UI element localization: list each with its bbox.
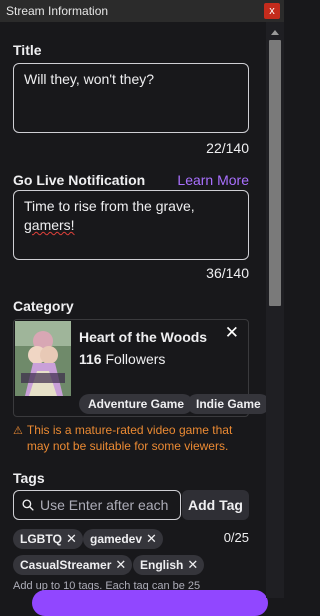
tag-chip-lgbtq[interactable]: LGBTQ ✕ [13,529,83,549]
mature-warning: ⚠ This is a mature-rated video game that… [13,422,249,454]
followers-count: 116 [79,351,102,367]
notification-value-line1: Time to rise from the grave, [24,198,195,214]
tag-chip-gamedev[interactable]: gamedev ✕ [83,529,163,549]
remove-category-button[interactable]: ✕ [225,323,239,343]
notification-input[interactable]: Time to rise from the grave, gamers! [13,190,249,260]
learn-more-link[interactable]: Learn More [177,172,249,188]
tag-chip-label: English [140,558,184,572]
done-button[interactable] [32,590,268,616]
remove-tag-icon[interactable]: ✕ [146,532,157,545]
tag-chip-label: LGBTQ [20,532,62,546]
tags-label: Tags [13,470,45,486]
tag-input[interactable] [40,497,180,513]
followers-text: 116 Followers [79,351,165,367]
remove-tag-icon[interactable]: ✕ [115,558,126,571]
notification-value-line2: gamers! [24,217,75,233]
notification-counter: 36/140 [206,265,249,281]
notification-label: Go Live Notification [13,172,146,188]
remove-tag-icon[interactable]: ✕ [187,558,198,571]
mature-warning-text: This is a mature-rated video game that m… [26,423,233,453]
category-tag-indie[interactable]: Indie Game [187,394,266,414]
warning-triangle-icon: ⚠ [13,425,23,437]
title-value: Will they, won't they? [24,71,155,87]
followers-label: Followers [105,351,166,367]
game-cover-art [15,321,71,396]
title-label: Title [13,42,42,58]
tag-chip-english[interactable]: English ✕ [133,555,205,575]
title-input[interactable]: Will they, won't they? [13,63,249,133]
game-title[interactable]: Heart of the Woods [79,329,207,345]
title-counter: 22/140 [206,140,249,156]
search-icon [22,499,34,511]
tag-search-field[interactable] [13,490,181,520]
category-label: Category [13,298,74,314]
category-tag-adventure[interactable]: Adventure Game [79,394,194,414]
tag-chip-label: gamedev [90,532,143,546]
stream-info-form: Title Will they, won't they? 22/140 Go L… [0,22,266,598]
window-title: Stream Information [6,4,109,18]
tag-chip-label: CasualStreamer [20,558,112,572]
close-icon: x [269,5,275,17]
scrollbar-thumb[interactable] [269,40,281,306]
tag-chip-casualstreamer[interactable]: CasualStreamer ✕ [13,555,133,575]
category-card[interactable]: Heart of the Woods ✕ 116 Followers Adven… [13,319,266,417]
scroll-up-arrow-icon[interactable] [271,30,279,35]
add-tag-button[interactable]: Add Tag [182,490,249,520]
vertical-scrollbar[interactable] [266,22,284,598]
window-close-button[interactable]: x [264,3,280,19]
tag-count: 0/25 [223,530,249,545]
remove-tag-icon[interactable]: ✕ [66,532,77,545]
window-titlebar: Stream Information x [0,0,284,22]
